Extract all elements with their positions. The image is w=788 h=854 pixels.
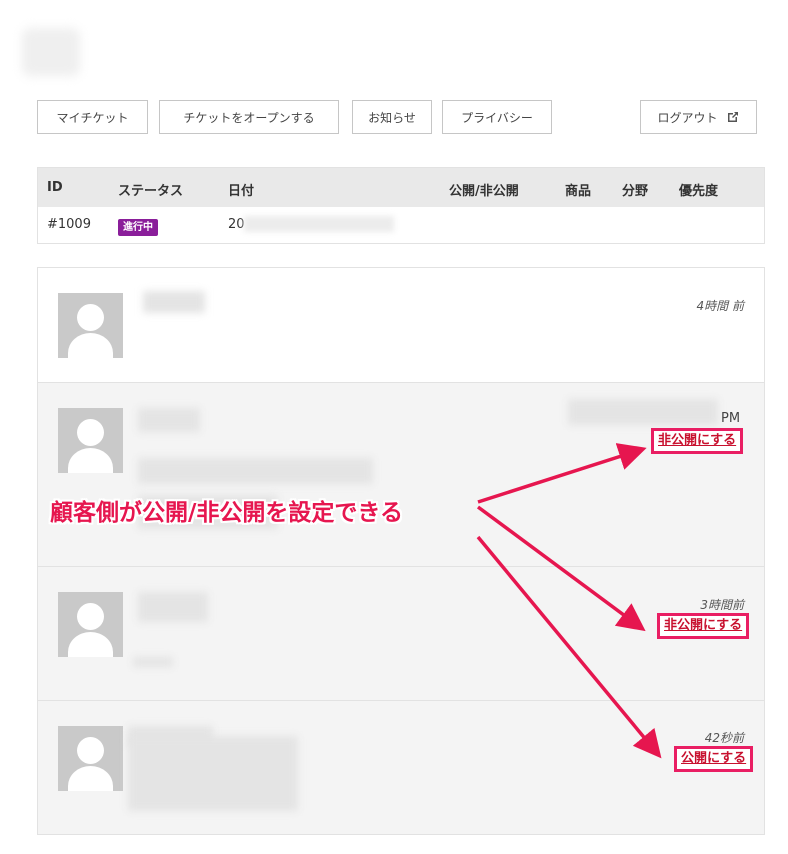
privacy-button[interactable]: プライバシー <box>442 100 552 134</box>
redacted-author <box>138 408 200 432</box>
column-header-date: 日付 <box>228 184 255 199</box>
annotation-callout: 顧客側が公開/非公開を設定できる <box>50 500 403 526</box>
my-tickets-label: マイチケット <box>56 110 129 125</box>
message-time: 42秒前 <box>704 731 744 745</box>
ticket-table: ID ステータス 日付 公開/非公開 商品 分野 優先度 #1009 進行中 2… <box>37 167 765 244</box>
make-private-link[interactable]: 非公開にする <box>651 428 744 454</box>
message-time-suffix: PM <box>721 411 741 426</box>
redacted-message-body <box>128 736 298 811</box>
ticket-date: 20 <box>228 217 245 232</box>
logout-label: ログアウト <box>657 110 718 125</box>
make-private-link[interactable]: 非公開にする <box>657 613 750 639</box>
news-label: お知らせ <box>368 110 416 125</box>
column-header-status: ステータス <box>118 184 184 199</box>
ticket-id[interactable]: #1009 <box>47 217 91 232</box>
site-logo <box>22 28 80 76</box>
redacted-date <box>244 216 394 232</box>
column-header-category: 分野 <box>622 184 649 199</box>
make-public-link[interactable]: 公開にする <box>674 746 754 772</box>
column-header-product: 商品 <box>565 184 592 199</box>
message-time: 4時間 前 <box>696 299 744 313</box>
avatar <box>58 408 123 473</box>
my-tickets-button[interactable]: マイチケット <box>37 100 148 134</box>
redacted-author <box>138 592 208 622</box>
avatar <box>58 293 123 358</box>
privacy-label: プライバシー <box>461 110 533 125</box>
open-ticket-label: チケットをオープンする <box>183 110 315 125</box>
news-button[interactable]: お知らせ <box>352 100 432 134</box>
message-item: PM <box>38 383 764 567</box>
external-link-icon <box>726 110 740 124</box>
status-badge: 進行中 <box>118 219 158 236</box>
redacted-author <box>143 291 205 313</box>
logout-button[interactable]: ログアウト <box>640 100 757 134</box>
open-ticket-button[interactable]: チケットをオープンする <box>159 100 339 134</box>
message-item: 42秒前 <box>38 701 764 834</box>
message-time: 3時間前 <box>700 598 744 612</box>
column-header-id: ID <box>47 180 63 195</box>
avatar <box>58 592 123 657</box>
message-item: 3時間前 <box>38 567 764 701</box>
avatar <box>58 726 123 791</box>
column-header-priority: 優先度 <box>679 184 719 199</box>
message-thread: 4時間 前 PM 3時間前 42秒前 <box>37 267 765 835</box>
message-item: 4時間 前 <box>38 268 764 383</box>
redacted-message-body <box>138 458 373 484</box>
redacted-date <box>568 399 718 425</box>
column-header-visibility: 公開/非公開 <box>449 184 519 199</box>
redacted-message-body <box>133 657 173 667</box>
